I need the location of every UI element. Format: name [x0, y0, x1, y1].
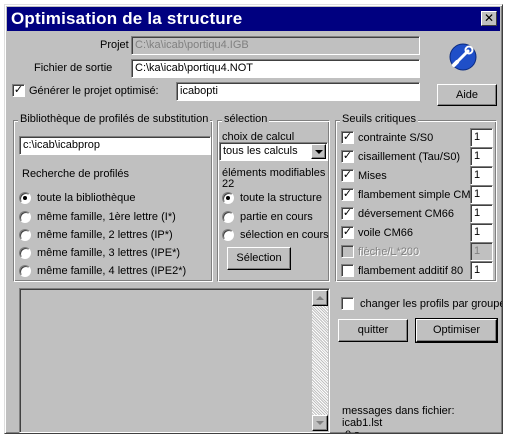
- generer-checkbox[interactable]: ✓: [12, 84, 25, 97]
- radio-famille-4-lettres[interactable]: [19, 265, 31, 277]
- window-title: Optimisation de la structure: [11, 9, 243, 28]
- seuil-voile-field[interactable]: 1: [470, 223, 493, 242]
- radio-label: toute la bibliothèque: [37, 192, 136, 204]
- messages-file: icab1.lst: [342, 417, 383, 429]
- radio-label: même famille, 2 lettres (IP*): [37, 229, 173, 241]
- checkbox-voile[interactable]: ✓: [341, 226, 354, 239]
- seuil-label: contrainte S/S0: [358, 132, 434, 144]
- check-mark-icon: ✓: [342, 130, 353, 143]
- chevron-down-icon[interactable]: [311, 144, 326, 159]
- changer-profils-checkbox[interactable]: [341, 297, 354, 310]
- seuil-label: voile CM66: [358, 227, 414, 239]
- checkbox-flambement-additif[interactable]: [341, 264, 354, 277]
- check-mark-icon: ✓: [342, 187, 353, 200]
- fichier-sortie-field[interactable]: C:\ka\icab\portiqu4.NOT: [131, 59, 420, 78]
- checkbox-mises[interactable]: ✓: [341, 169, 354, 182]
- radio-famille-2-lettres[interactable]: [19, 229, 31, 241]
- elements-modifiables-label: éléments modifiables: [222, 167, 326, 179]
- aide-button[interactable]: Aide: [437, 84, 497, 106]
- checkbox-fleche: [341, 245, 354, 258]
- check-mark-icon: ✓: [342, 149, 353, 162]
- check-mark-icon: ✓: [13, 83, 24, 96]
- wrench-globe-icon: [449, 43, 477, 71]
- recherche-label: Recherche de profilés: [22, 168, 130, 180]
- seuil-contrainte-field[interactable]: 1: [470, 128, 493, 147]
- radio-label: même famille, 4 lettres (IPE2*): [37, 265, 187, 277]
- seuil-label: flambement additif 80: [358, 265, 464, 277]
- radio-toute-structure[interactable]: [222, 192, 234, 204]
- check-mark-icon: ✓: [342, 225, 353, 238]
- elements-modifiables-count: 22: [222, 178, 235, 190]
- messages-label: messages dans fichier:: [342, 405, 455, 417]
- radio-famille-1-lettre[interactable]: [19, 211, 31, 223]
- checkbox-flambement-simple[interactable]: ✓: [341, 188, 354, 201]
- messages-textarea[interactable]: [19, 288, 330, 433]
- radio-label: même famille, 1ère lettre (I*): [37, 211, 176, 223]
- generer-projet-field[interactable]: icabopti: [176, 82, 420, 101]
- optimisation-dialog: Optimisation de la structure ✕ Projet C:…: [4, 4, 503, 434]
- check-mark-icon: ✓: [342, 206, 353, 219]
- fichier-sortie-label: Fichier de sortie: [34, 62, 113, 74]
- title-bar: Optimisation de la structure ✕: [7, 7, 500, 31]
- vertical-scrollbar[interactable]: [312, 290, 328, 431]
- projet-field: C:\ka\icab\portiqu4.IGB: [131, 36, 420, 55]
- seuil-flambement-additif-field[interactable]: 1: [470, 261, 493, 280]
- checkbox-deversement[interactable]: ✓: [341, 207, 354, 220]
- quitter-button[interactable]: quitter: [338, 319, 408, 342]
- seuil-cisaillement-field[interactable]: 1: [470, 147, 493, 166]
- projet-label: Projet: [100, 39, 129, 51]
- seuil-label: cisaillement (Tau/S0): [358, 151, 461, 163]
- radio-selection-en-cours[interactable]: [222, 229, 234, 241]
- radio-label: même famille, 3 lettres (IPE*): [37, 247, 181, 259]
- checkbox-contrainte[interactable]: ✓: [341, 131, 354, 144]
- seuil-label: déversement CM66: [358, 208, 454, 220]
- radio-label: sélection en cours: [240, 229, 329, 241]
- radio-toute-bibliotheque[interactable]: [19, 192, 31, 204]
- scroll-up-icon[interactable]: [312, 290, 328, 306]
- seuils-critiques-title: Seuils critiques: [340, 113, 418, 125]
- generer-label: Générer le projet optimisé:: [29, 85, 159, 97]
- seuil-mises-field[interactable]: 1: [470, 166, 493, 185]
- checkbox-cisaillement[interactable]: ✓: [341, 150, 354, 163]
- bibliotheque-path-field[interactable]: c:\icab\icabprop: [19, 136, 211, 155]
- radio-partie-en-cours[interactable]: [222, 211, 234, 223]
- seuil-label: flèche/L*200: [358, 246, 420, 258]
- selection-title: sélection: [222, 113, 270, 125]
- seuil-flambement-simple-field[interactable]: 1: [470, 185, 493, 204]
- radio-label: partie en cours: [240, 211, 313, 223]
- changer-profils-label: changer les profils par groupe: [360, 298, 503, 310]
- scroll-down-icon[interactable]: [312, 415, 328, 431]
- radio-label: toute la structure: [240, 192, 322, 204]
- close-button[interactable]: ✕: [481, 11, 497, 26]
- check-mark-icon: ✓: [342, 168, 353, 181]
- bibliotheque-title: Bibliothèque de profilés de substitution: [18, 113, 211, 125]
- seuil-label: Mises: [358, 170, 387, 182]
- optimiser-button[interactable]: Optimiser: [415, 318, 498, 343]
- seuil-label: flambement simple CM66: [358, 189, 483, 201]
- seuil-deversement-field[interactable]: 1: [470, 204, 493, 223]
- radio-famille-3-lettres[interactable]: [19, 247, 31, 259]
- messages-time: 0 s: [345, 429, 360, 433]
- selection-button[interactable]: Sélection: [227, 247, 291, 270]
- choix-calcul-select[interactable]: tous les calculs: [219, 142, 328, 161]
- close-icon: ✕: [483, 11, 495, 25]
- seuil-fleche-field: 1: [470, 242, 493, 261]
- choix-calcul-value: tous les calculs: [223, 145, 298, 157]
